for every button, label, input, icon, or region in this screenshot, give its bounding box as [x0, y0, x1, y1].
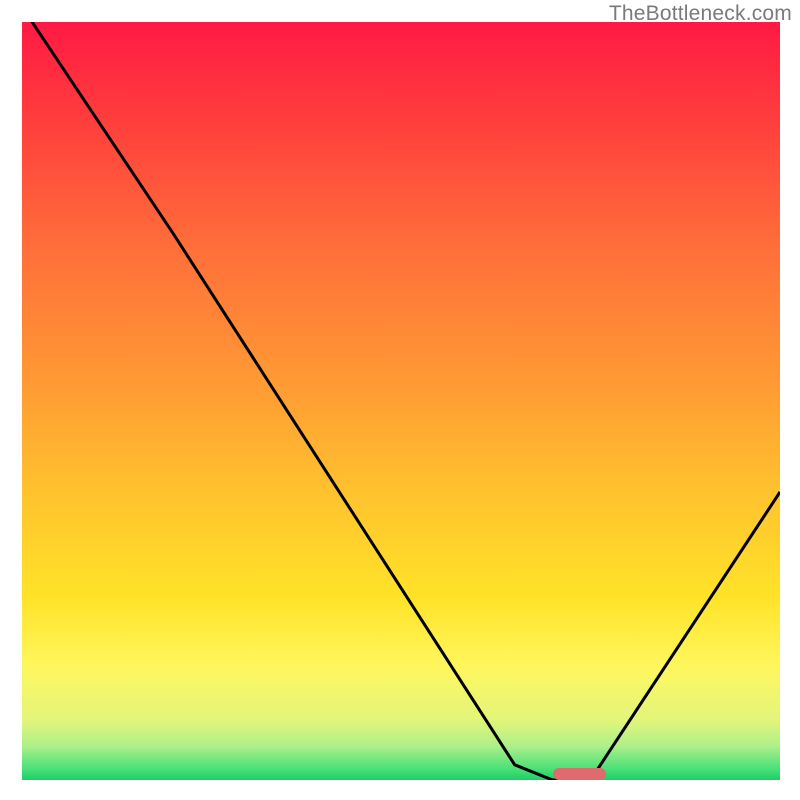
optimal-range-marker — [553, 768, 606, 780]
plot-area — [22, 22, 780, 780]
chart-stage: TheBottleneck.com — [0, 0, 800, 800]
bottleneck-curve — [22, 22, 780, 780]
